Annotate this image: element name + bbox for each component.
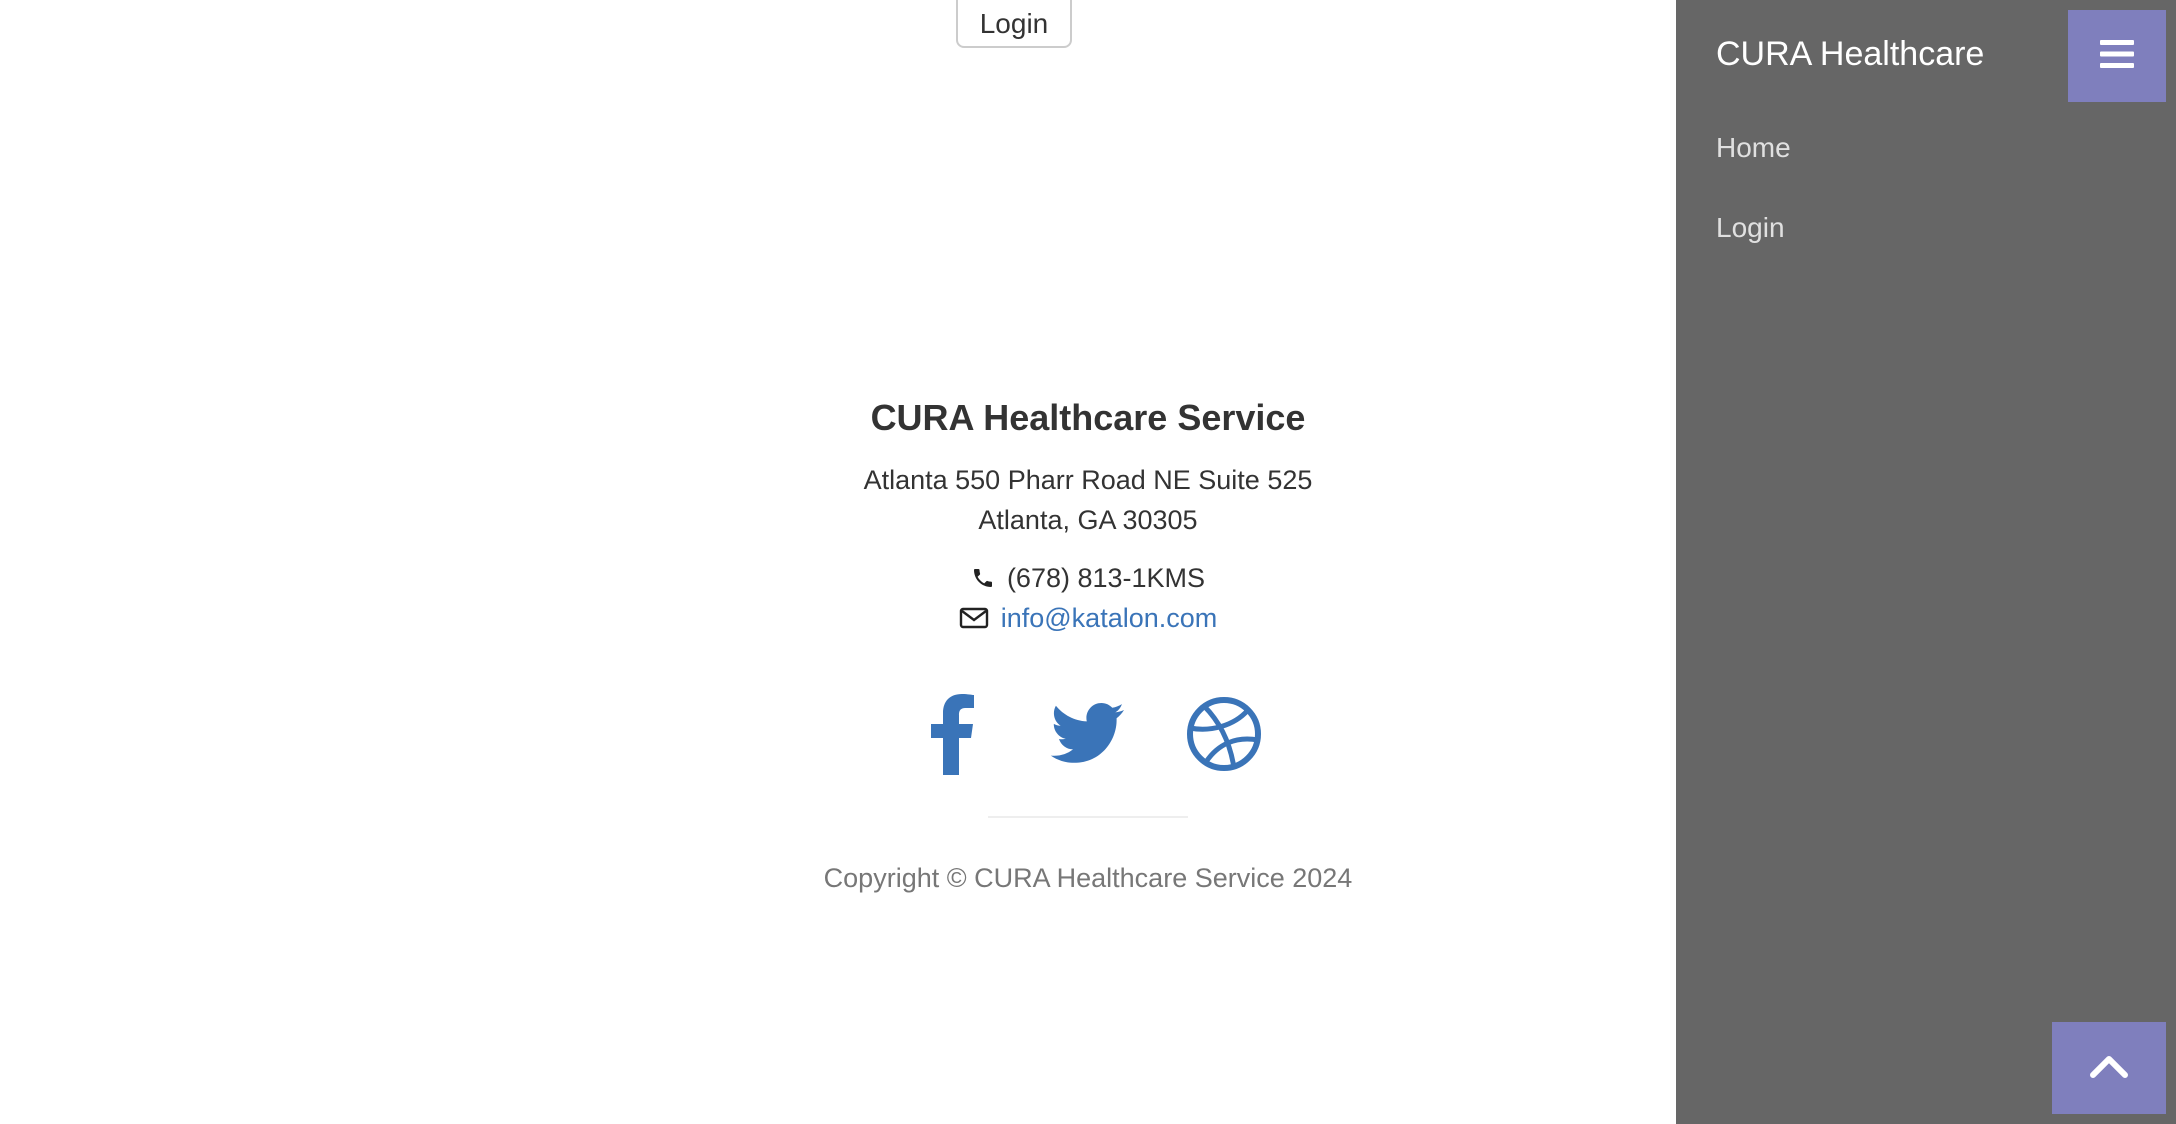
dribbble-icon[interactable] <box>1184 694 1264 774</box>
sidebar-item-home[interactable]: Home <box>1716 128 1791 168</box>
chevron-up-icon <box>2090 1053 2128 1084</box>
page: Login CURA Healthcare Service Atlanta 55… <box>0 0 2176 1124</box>
footer-divider <box>988 816 1188 818</box>
envelope-icon <box>959 606 989 630</box>
sidebar-brand[interactable]: CURA Healthcare <box>1716 28 1984 80</box>
sidebar-nav: Home Login <box>1716 128 1791 288</box>
phone-number: (678) 813-1KMS <box>1006 563 1206 593</box>
twitter-icon[interactable] <box>1048 694 1128 774</box>
scroll-to-top-button[interactable] <box>2052 1022 2166 1114</box>
sidebar: CURA Healthcare Home Login <box>1676 0 2176 1124</box>
hamburger-icon <box>2100 39 2134 74</box>
phone-icon <box>971 566 995 590</box>
main-content: Login CURA Healthcare Service Atlanta 55… <box>0 0 1676 1124</box>
sidebar-item-login[interactable]: Login <box>1716 208 1791 248</box>
facebook-icon[interactable] <box>912 694 992 775</box>
menu-toggle-button[interactable] <box>2068 10 2166 102</box>
email-link[interactable]: info@katalon.com <box>1001 598 1218 638</box>
login-button[interactable]: Login <box>956 0 1072 48</box>
